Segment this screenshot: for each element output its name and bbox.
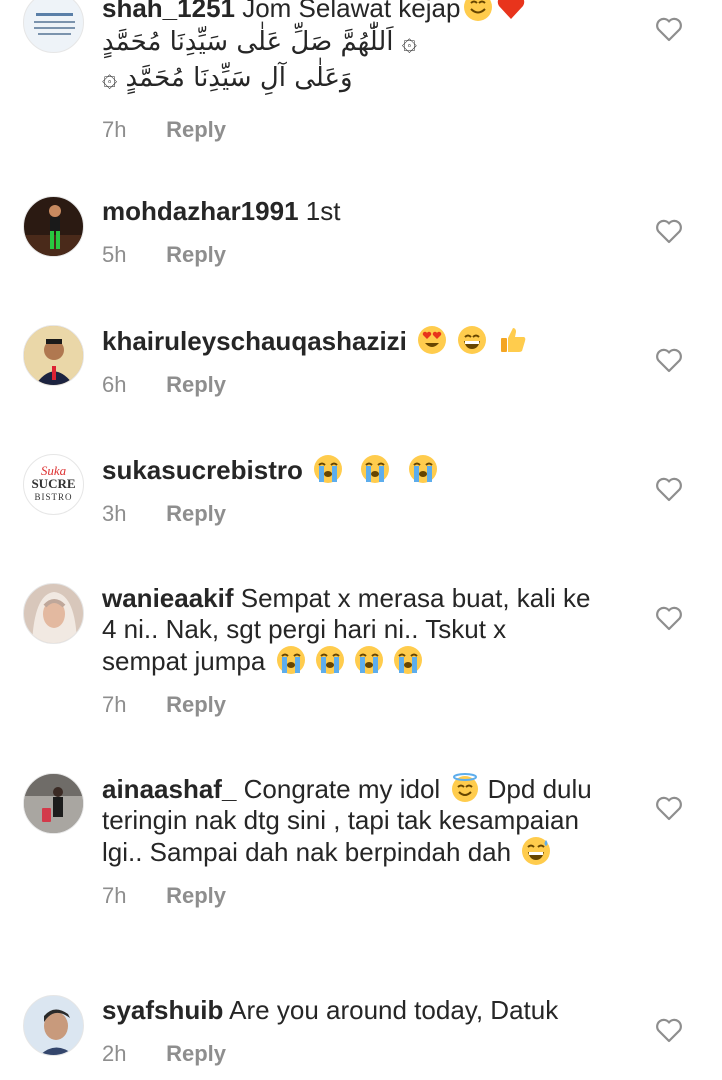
like-heart-icon[interactable] <box>655 605 683 631</box>
comment-time: 7h <box>102 883 127 908</box>
like-heart-icon[interactable] <box>655 16 683 42</box>
loudly-crying-emoji <box>393 645 423 675</box>
thumbs-up-emoji <box>498 325 528 355</box>
avatar[interactable]: Suka SUCRE BISTRO <box>23 454 84 515</box>
comment-time: 6h <box>102 372 127 397</box>
avatar[interactable] <box>23 325 84 386</box>
reply-button[interactable]: Reply <box>166 501 226 526</box>
brand-logo: Suka SUCRE BISTRO <box>31 463 76 502</box>
reply-button[interactable]: Reply <box>166 372 226 397</box>
comment-time: 7h <box>102 117 127 142</box>
comment-text: shah_1251 Jom Selawat kejap <box>102 0 592 24</box>
reply-button[interactable]: Reply <box>166 242 226 267</box>
username[interactable]: ainaashaf_ <box>102 774 236 804</box>
reply-button[interactable]: Reply <box>166 692 226 717</box>
reply-button[interactable]: Reply <box>166 883 226 908</box>
like-heart-icon[interactable] <box>655 347 683 373</box>
heart-eyes-emoji <box>417 325 447 355</box>
loudly-crying-emoji <box>354 645 384 675</box>
comment-message: 1st <box>305 196 341 226</box>
comment-text: wanieaakif Sempat x merasa buat, kali ke… <box>102 583 592 677</box>
comment-message: Congrate my idol <box>243 774 441 804</box>
loudly-crying-emoji <box>313 454 343 484</box>
like-heart-icon[interactable] <box>655 476 683 502</box>
avatar[interactable] <box>23 583 84 644</box>
username[interactable]: khairuleyschauqashazizi <box>102 326 407 356</box>
comment-meta: 7h Reply <box>102 691 592 719</box>
comment-meta: 7h Reply <box>102 116 592 144</box>
comment-message: Are you around today, Datuk <box>229 995 559 1025</box>
comment-meta: 7h Reply <box>102 882 592 910</box>
loudly-crying-emoji <box>315 645 345 675</box>
comment-meta: 2h Reply <box>102 1040 592 1068</box>
loudly-crying-emoji <box>360 454 390 484</box>
like-heart-icon[interactable] <box>655 218 683 244</box>
grinning-emoji <box>457 325 487 355</box>
comment-time: 5h <box>102 242 127 267</box>
comment-line-arabic-2: وَعَلٰى آلِ سَيِّدِنَا مُحَمَّدٍ ۞ <box>102 63 353 93</box>
comment-line-arabic-1: ۞ اَللّٰهُمَّ صَلِّ عَلٰى سَيِّدِنَا مُح… <box>102 27 417 57</box>
username[interactable]: syafshuib <box>102 995 223 1025</box>
red-heart-emoji <box>496 0 526 22</box>
comment-meta: 6h Reply <box>102 371 592 399</box>
smiling-face-emoji <box>463 0 493 22</box>
username[interactable]: mohdazhar1991 <box>102 196 299 226</box>
username[interactable]: wanieaakif <box>102 583 234 613</box>
comment-message: Jom Selawat kejap <box>242 0 461 23</box>
comment-time: 7h <box>102 692 127 717</box>
smiling-halo-emoji <box>450 773 480 803</box>
like-heart-icon[interactable] <box>655 1017 683 1043</box>
avatar[interactable] <box>23 995 84 1056</box>
like-heart-icon[interactable] <box>655 795 683 821</box>
loudly-crying-emoji <box>408 454 438 484</box>
comment-meta: 3h Reply <box>102 500 592 528</box>
username[interactable]: sukasucrebistro <box>102 455 303 485</box>
avatar[interactable] <box>23 196 84 257</box>
comment-text: ainaashaf_ Congrate my idol Dpd dulu ter… <box>102 773 592 868</box>
comment-time: 3h <box>102 501 127 526</box>
comment-text: sukasucrebistro <box>102 454 592 486</box>
username[interactable]: shah_1251 <box>102 0 235 23</box>
comment-text: syafshuib Are you around today, Datuk <box>102 995 592 1026</box>
comment-time: 2h <box>102 1041 127 1066</box>
comment-meta: 5h Reply <box>102 241 592 269</box>
comment-text: khairuleyschauqashazizi <box>102 325 592 357</box>
reply-button[interactable]: Reply <box>166 1041 226 1066</box>
avatar[interactable] <box>23 0 84 53</box>
comment-text: mohdazhar1991 1st <box>102 196 592 227</box>
reply-button[interactable]: Reply <box>166 117 226 142</box>
grinning-sweat-emoji <box>521 836 551 866</box>
avatar[interactable] <box>23 773 84 834</box>
loudly-crying-emoji <box>276 645 306 675</box>
